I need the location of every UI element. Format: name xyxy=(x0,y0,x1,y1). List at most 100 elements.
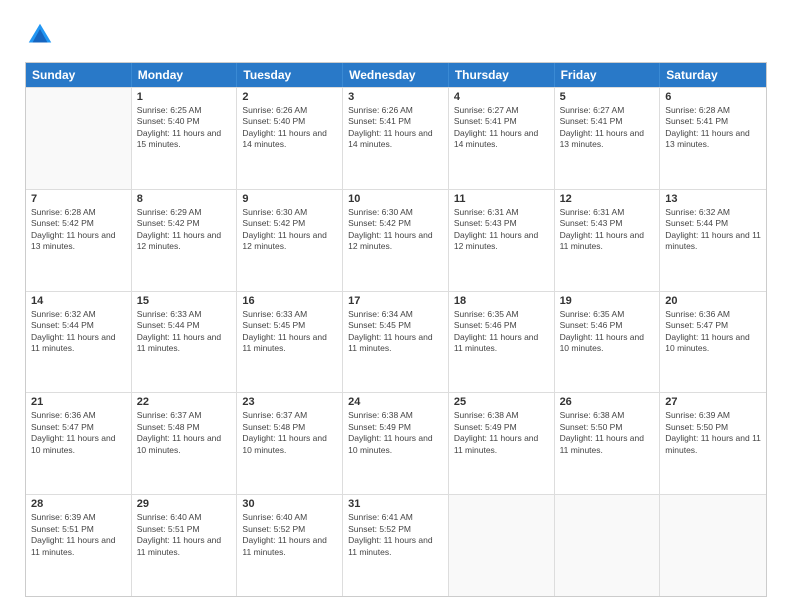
day-info: Sunrise: 6:39 AM Sunset: 5:51 PM Dayligh… xyxy=(31,512,126,558)
calendar-row-3: 21Sunrise: 6:36 AM Sunset: 5:47 PM Dayli… xyxy=(26,392,766,494)
day-number: 14 xyxy=(31,295,126,307)
calendar-row-4: 28 Sunrise: 6:39 AM Sunset: 5:51 PM Dayli… xyxy=(26,494,766,596)
day-info: Sunrise: 6:25 AM Sunset: 5:40 PM Dayligh… xyxy=(137,105,232,151)
logo xyxy=(25,20,59,50)
cal-cell: 23 Sunrise: 6:37 AM Sunset: 5:48 PM Dayli… xyxy=(237,393,343,494)
day-info: Sunrise: 6:28 AM Sunset: 5:42 PM Dayligh… xyxy=(31,207,126,253)
day-info: Sunrise: 6:27 AM Sunset: 5:41 PM Dayligh… xyxy=(560,105,655,151)
calendar-row-1: 7Sunrise: 6:28 AM Sunset: 5:42 PM Daylig… xyxy=(26,189,766,291)
day-number: 5 xyxy=(560,91,655,103)
day-number: 25 xyxy=(454,396,549,408)
cal-cell: 12 Sunrise: 6:31 AM Sunset: 5:43 PM Dayli… xyxy=(555,190,661,291)
cal-cell: 24 Sunrise: 6:38 AM Sunset: 5:49 PM Dayli… xyxy=(343,393,449,494)
page: SundayMondayTuesdayWednesdayThursdayFrid… xyxy=(0,0,792,612)
cal-cell xyxy=(660,495,766,596)
cal-cell: 7Sunrise: 6:28 AM Sunset: 5:42 PM Daylig… xyxy=(26,190,132,291)
day-info: Sunrise: 6:27 AM Sunset: 5:41 PM Dayligh… xyxy=(454,105,549,151)
cal-cell: 10 Sunrise: 6:30 AM Sunset: 5:42 PM Dayli… xyxy=(343,190,449,291)
day-number: 27 xyxy=(665,396,761,408)
day-number: 6 xyxy=(665,91,761,103)
day-info: Sunrise: 6:38 AM Sunset: 5:49 PM Dayligh… xyxy=(348,410,443,456)
day-number: 2 xyxy=(242,91,337,103)
day-info: Sunrise: 6:30 AM Sunset: 5:42 PM Dayligh… xyxy=(348,207,443,253)
day-number: 12 xyxy=(560,193,655,205)
day-number: 17 xyxy=(348,295,443,307)
header-cell-saturday: Saturday xyxy=(660,63,766,87)
day-number: 3 xyxy=(348,91,443,103)
day-info: Sunrise: 6:39 AM Sunset: 5:50 PM Dayligh… xyxy=(665,410,761,456)
cal-cell: 1Sunrise: 6:25 AM Sunset: 5:40 PM Daylig… xyxy=(132,88,238,189)
calendar-header: SundayMondayTuesdayWednesdayThursdayFrid… xyxy=(26,63,766,87)
day-number: 28 xyxy=(31,498,126,510)
header-cell-tuesday: Tuesday xyxy=(237,63,343,87)
day-number: 11 xyxy=(454,193,549,205)
day-info: Sunrise: 6:31 AM Sunset: 5:43 PM Dayligh… xyxy=(454,207,549,253)
day-info: Sunrise: 6:34 AM Sunset: 5:45 PM Dayligh… xyxy=(348,309,443,355)
day-number: 31 xyxy=(348,498,443,510)
day-info: Sunrise: 6:33 AM Sunset: 5:44 PM Dayligh… xyxy=(137,309,232,355)
header-cell-wednesday: Wednesday xyxy=(343,63,449,87)
cal-cell: 17 Sunrise: 6:34 AM Sunset: 5:45 PM Dayli… xyxy=(343,292,449,393)
day-number: 15 xyxy=(137,295,232,307)
calendar: SundayMondayTuesdayWednesdayThursdayFrid… xyxy=(25,62,767,597)
day-number: 24 xyxy=(348,396,443,408)
cal-cell: 31 Sunrise: 6:41 AM Sunset: 5:52 PM Dayli… xyxy=(343,495,449,596)
cal-cell: 27 Sunrise: 6:39 AM Sunset: 5:50 PM Dayli… xyxy=(660,393,766,494)
day-info: Sunrise: 6:31 AM Sunset: 5:43 PM Dayligh… xyxy=(560,207,655,253)
cal-cell: 5 Sunrise: 6:27 AM Sunset: 5:41 PM Daylig… xyxy=(555,88,661,189)
day-number: 4 xyxy=(454,91,549,103)
day-info: Sunrise: 6:36 AM Sunset: 5:47 PM Dayligh… xyxy=(665,309,761,355)
day-number: 18 xyxy=(454,295,549,307)
day-number: 26 xyxy=(560,396,655,408)
day-number: 9 xyxy=(242,193,337,205)
day-number: 13 xyxy=(665,193,761,205)
day-info: Sunrise: 6:40 AM Sunset: 5:52 PM Dayligh… xyxy=(242,512,337,558)
header-cell-friday: Friday xyxy=(555,63,661,87)
day-info: Sunrise: 6:33 AM Sunset: 5:45 PM Dayligh… xyxy=(242,309,337,355)
cal-cell: 8 Sunrise: 6:29 AM Sunset: 5:42 PM Daylig… xyxy=(132,190,238,291)
day-number: 20 xyxy=(665,295,761,307)
cal-cell: 4 Sunrise: 6:27 AM Sunset: 5:41 PM Daylig… xyxy=(449,88,555,189)
logo-icon xyxy=(25,20,55,50)
header-cell-sunday: Sunday xyxy=(26,63,132,87)
cal-cell: 19Sunrise: 6:35 AM Sunset: 5:46 PM Dayli… xyxy=(555,292,661,393)
cal-cell: 21Sunrise: 6:36 AM Sunset: 5:47 PM Dayli… xyxy=(26,393,132,494)
cal-cell: 26 Sunrise: 6:38 AM Sunset: 5:50 PM Dayli… xyxy=(555,393,661,494)
header-cell-monday: Monday xyxy=(132,63,238,87)
day-number: 22 xyxy=(137,396,232,408)
cal-cell xyxy=(449,495,555,596)
cal-cell: 16 Sunrise: 6:33 AM Sunset: 5:45 PM Dayli… xyxy=(237,292,343,393)
cal-cell: 30 Sunrise: 6:40 AM Sunset: 5:52 PM Dayli… xyxy=(237,495,343,596)
day-info: Sunrise: 6:38 AM Sunset: 5:49 PM Dayligh… xyxy=(454,410,549,456)
day-number: 21 xyxy=(31,396,126,408)
day-number: 23 xyxy=(242,396,337,408)
header-cell-thursday: Thursday xyxy=(449,63,555,87)
cal-cell xyxy=(555,495,661,596)
day-info: Sunrise: 6:32 AM Sunset: 5:44 PM Dayligh… xyxy=(665,207,761,253)
cal-cell: 18Sunrise: 6:35 AM Sunset: 5:46 PM Dayli… xyxy=(449,292,555,393)
cal-cell: 25 Sunrise: 6:38 AM Sunset: 5:49 PM Dayli… xyxy=(449,393,555,494)
cal-cell: 15 Sunrise: 6:33 AM Sunset: 5:44 PM Dayli… xyxy=(132,292,238,393)
calendar-row-0: 1Sunrise: 6:25 AM Sunset: 5:40 PM Daylig… xyxy=(26,87,766,189)
day-info: Sunrise: 6:38 AM Sunset: 5:50 PM Dayligh… xyxy=(560,410,655,456)
day-number: 19 xyxy=(560,295,655,307)
day-number: 29 xyxy=(137,498,232,510)
day-info: Sunrise: 6:30 AM Sunset: 5:42 PM Dayligh… xyxy=(242,207,337,253)
day-number: 16 xyxy=(242,295,337,307)
cal-cell: 14 Sunrise: 6:32 AM Sunset: 5:44 PM Dayli… xyxy=(26,292,132,393)
cal-cell: 2Sunrise: 6:26 AM Sunset: 5:40 PM Daylig… xyxy=(237,88,343,189)
cal-cell: 20 Sunrise: 6:36 AM Sunset: 5:47 PM Dayli… xyxy=(660,292,766,393)
day-info: Sunrise: 6:37 AM Sunset: 5:48 PM Dayligh… xyxy=(242,410,337,456)
calendar-body: 1Sunrise: 6:25 AM Sunset: 5:40 PM Daylig… xyxy=(26,87,766,596)
day-info: Sunrise: 6:40 AM Sunset: 5:51 PM Dayligh… xyxy=(137,512,232,558)
day-number: 10 xyxy=(348,193,443,205)
calendar-row-2: 14 Sunrise: 6:32 AM Sunset: 5:44 PM Dayli… xyxy=(26,291,766,393)
cal-cell: 29 Sunrise: 6:40 AM Sunset: 5:51 PM Dayli… xyxy=(132,495,238,596)
day-info: Sunrise: 6:29 AM Sunset: 5:42 PM Dayligh… xyxy=(137,207,232,253)
day-number: 8 xyxy=(137,193,232,205)
day-number: 30 xyxy=(242,498,337,510)
day-info: Sunrise: 6:41 AM Sunset: 5:52 PM Dayligh… xyxy=(348,512,443,558)
cal-cell: 22Sunrise: 6:37 AM Sunset: 5:48 PM Dayli… xyxy=(132,393,238,494)
cal-cell: 28 Sunrise: 6:39 AM Sunset: 5:51 PM Dayli… xyxy=(26,495,132,596)
day-info: Sunrise: 6:32 AM Sunset: 5:44 PM Dayligh… xyxy=(31,309,126,355)
